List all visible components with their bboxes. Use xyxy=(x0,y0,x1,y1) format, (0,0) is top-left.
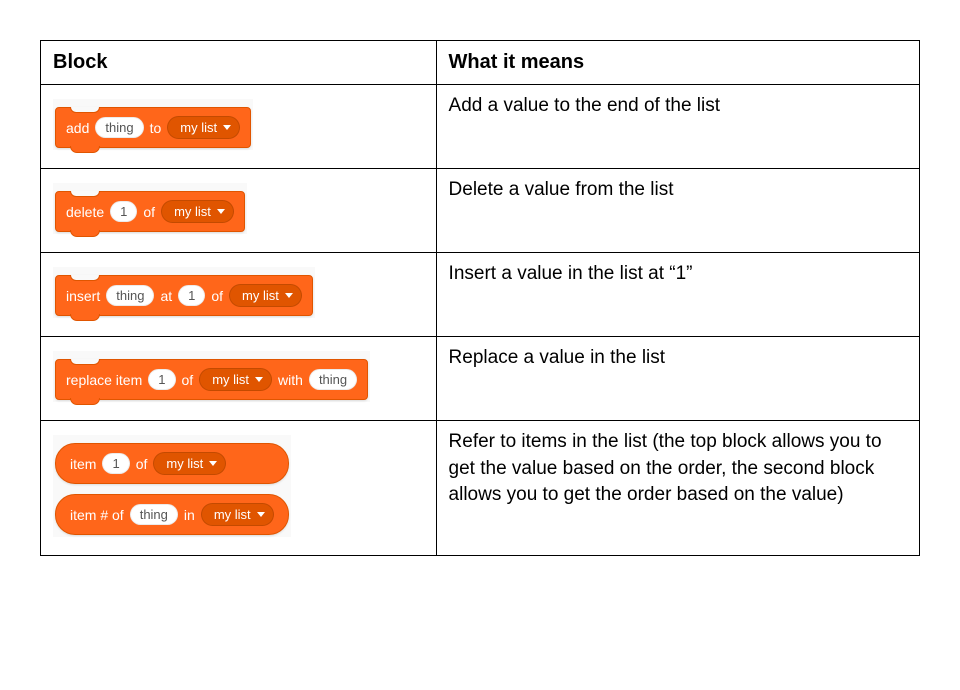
chevron-down-icon xyxy=(217,209,225,214)
block-label: replace item xyxy=(66,372,142,388)
table-row: delete 1 of my list Delete a value from … xyxy=(41,169,920,253)
block-label: of xyxy=(211,288,223,304)
block-dropdown: my list xyxy=(201,503,274,526)
block-label: of xyxy=(182,372,194,388)
block-label: of xyxy=(136,456,148,472)
scratch-block-delete: delete 1 of my list xyxy=(55,191,245,232)
block-dropdown: my list xyxy=(199,368,272,391)
block-label: to xyxy=(150,120,162,136)
block-dropdown-label: my list xyxy=(242,289,279,302)
scratch-block-add: add thing to my list xyxy=(55,107,251,148)
block-dropdown: my list xyxy=(161,200,234,223)
block-input-text: thing xyxy=(95,117,143,138)
scratch-block-insert: insert thing at 1 of my list xyxy=(55,275,313,316)
block-input-number: 1 xyxy=(178,285,205,306)
block-label: at xyxy=(160,288,172,304)
block-label: add xyxy=(66,120,89,136)
block-label: with xyxy=(278,372,303,388)
block-input-number: 1 xyxy=(148,369,175,390)
block-input-text: thing xyxy=(130,504,178,525)
block-input-text: thing xyxy=(309,369,357,390)
block-dropdown-label: my list xyxy=(214,508,251,521)
chevron-down-icon xyxy=(209,461,217,466)
blocks-table: Block What it means add thing to my list xyxy=(40,40,920,556)
block-label: insert xyxy=(66,288,100,304)
chevron-down-icon xyxy=(257,512,265,517)
meaning-cell: Replace a value in the list xyxy=(436,337,919,421)
scratch-block-replace: replace item 1 of my list with thing xyxy=(55,359,368,400)
meaning-cell: Insert a value in the list at “1” xyxy=(436,253,919,337)
block-dropdown-label: my list xyxy=(212,373,249,386)
header-block: Block xyxy=(41,41,437,85)
block-input-number: 1 xyxy=(110,201,137,222)
block-dropdown-label: my list xyxy=(166,457,203,470)
block-input-text: thing xyxy=(106,285,154,306)
block-cell: replace item 1 of my list with thing xyxy=(41,337,437,421)
block-dropdown: my list xyxy=(229,284,302,307)
scratch-block-item: item 1 of my list xyxy=(55,443,289,484)
block-cell: item 1 of my list item # of thing in xyxy=(41,421,437,556)
table-row: item 1 of my list item # of thing in xyxy=(41,421,920,556)
block-cell: add thing to my list xyxy=(41,85,437,169)
block-label: in xyxy=(184,507,195,523)
table-row: replace item 1 of my list with thing Rep… xyxy=(41,337,920,421)
block-cell: insert thing at 1 of my list xyxy=(41,253,437,337)
block-label: delete xyxy=(66,204,104,220)
chevron-down-icon xyxy=(223,125,231,130)
block-dropdown: my list xyxy=(167,116,240,139)
meaning-cell: Add a value to the end of the list xyxy=(436,85,919,169)
block-label: item xyxy=(70,456,96,472)
header-meaning: What it means xyxy=(436,41,919,85)
table-row: add thing to my list Add a value to the … xyxy=(41,85,920,169)
scratch-block-item-number: item # of thing in my list xyxy=(55,494,289,535)
block-dropdown-label: my list xyxy=(180,121,217,134)
chevron-down-icon xyxy=(255,377,263,382)
block-dropdown-label: my list xyxy=(174,205,211,218)
block-label: item # of xyxy=(70,507,124,523)
block-input-number: 1 xyxy=(102,453,129,474)
block-cell: delete 1 of my list xyxy=(41,169,437,253)
meaning-cell: Refer to items in the list (the top bloc… xyxy=(436,421,919,556)
block-label: of xyxy=(143,204,155,220)
block-dropdown: my list xyxy=(153,452,226,475)
meaning-cell: Delete a value from the list xyxy=(436,169,919,253)
chevron-down-icon xyxy=(285,293,293,298)
table-row: insert thing at 1 of my list Insert a va… xyxy=(41,253,920,337)
